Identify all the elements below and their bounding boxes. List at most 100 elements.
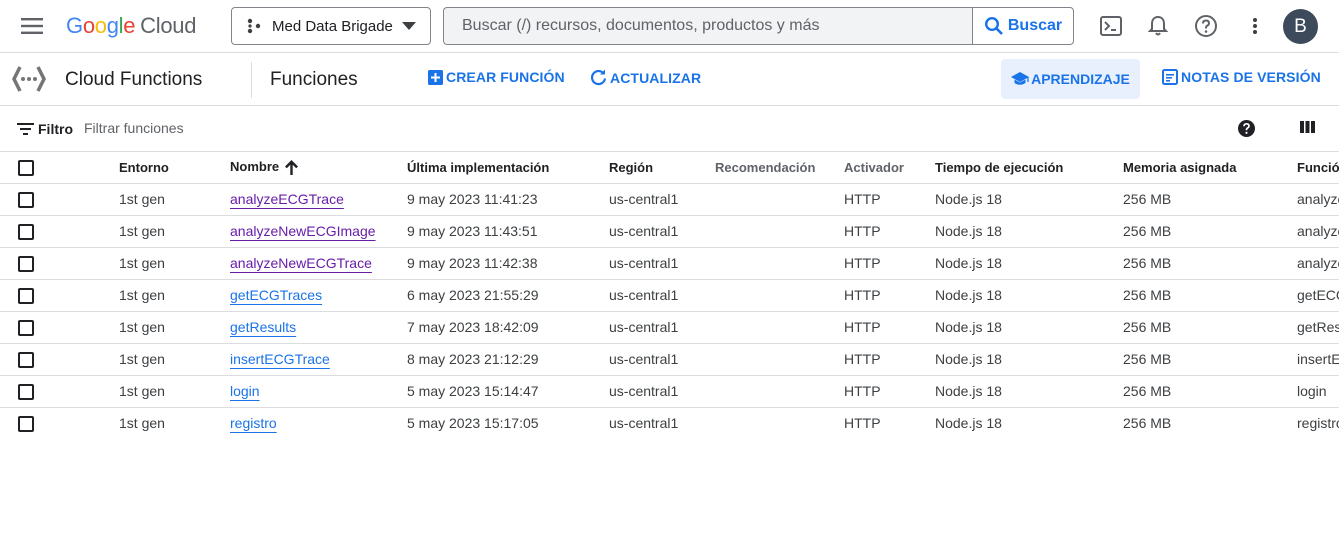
project-name: Med Data Brigade [272,17,393,35]
row-recommendation [715,343,844,376]
search-input[interactable] [462,17,974,35]
header-function[interactable]: Función [1297,152,1339,184]
row-recommendation [715,407,844,439]
account-avatar[interactable]: B [1283,9,1318,44]
row-checkbox[interactable] [18,287,34,304]
select-all-checkbox[interactable] [18,159,34,176]
row-memory: 256 MB [1123,375,1297,408]
function-name-link[interactable]: getECGTraces [230,287,322,303]
row-last-deploy: 9 may 2023 11:41:23 [407,183,609,216]
main-menu-button[interactable] [14,8,50,44]
create-function-button[interactable]: CREAR FUNCIÓN [428,69,565,85]
header-name[interactable]: Nombre [230,152,407,184]
row-memory: 256 MB [1123,343,1297,376]
notifications-button[interactable] [1144,12,1172,40]
refresh-button[interactable]: ACTUALIZAR [590,69,701,86]
column-display-icon[interactable] [1299,119,1316,135]
row-region: us-central1 [609,407,715,439]
row-last-deploy: 5 may 2023 15:17:05 [407,407,609,439]
page-title: Funciones [270,69,358,90]
select-all-cell [0,152,52,184]
row-environment: 1st gen [119,279,230,312]
product-name: Cloud Functions [65,69,203,90]
filter-list-icon [17,123,34,135]
header-memory[interactable]: Memoria asignada [1123,152,1297,184]
row-runtime: Node.js 18 [935,247,1123,280]
header-last-deploy[interactable]: Última implementación [407,152,609,184]
table-row[interactable]: 1st gen getECGTraces 6 may 2023 21:55:29 us… [0,279,1339,312]
header-environment[interactable]: Entorno [119,152,230,184]
row-trigger: HTTP [844,279,935,312]
function-name-link[interactable]: login [230,383,260,399]
filter-help-icon[interactable] [1237,119,1256,138]
functions-table: Entorno Nombre Última implementación Reg… [0,152,1339,439]
release-notes-button[interactable]: NOTAS DE VERSIÓN [1162,69,1321,85]
table-row[interactable]: 1st gen analyzeNewECGTrace 9 may 2023 11:4… [0,247,1339,280]
row-last-deploy: 7 may 2023 18:42:09 [407,311,609,344]
row-checkbox[interactable] [18,351,34,368]
header-recommendation: Recomendación [715,152,844,184]
table-body: 1st gen analyzeECGTrace 9 may 2023 11:41:2… [0,183,1339,439]
row-last-deploy: 6 may 2023 21:55:29 [407,279,609,312]
hamburger-menu-icon [21,18,43,34]
row-select-cell [0,311,52,344]
table-header-row: Entorno Nombre Última implementación Reg… [0,152,1339,184]
row-recommendation [715,311,844,344]
row-last-deploy: 8 may 2023 21:12:29 [407,343,609,376]
cloud-functions-icon [12,66,46,92]
project-picker[interactable]: Med Data Brigade [231,7,431,45]
row-environment: 1st gen [119,183,230,216]
terminal-icon [1100,16,1122,36]
header-runtime[interactable]: Tiempo de ejecución [935,152,1123,184]
table-row[interactable]: 1st gen getResults 7 may 2023 18:42:09 us-c… [0,311,1339,344]
help-circle-icon [1195,15,1217,37]
row-status-cell [52,183,119,216]
row-checkbox[interactable] [18,223,34,240]
function-name-link[interactable]: registro [230,415,277,431]
header-name-label: Nombre [230,159,280,175]
row-checkbox[interactable] [18,383,34,400]
header-divider [251,62,252,98]
table-row[interactable]: 1st gen login 5 may 2023 15:14:47 us-centra… [0,375,1339,408]
row-status-cell [52,311,119,344]
row-region: us-central1 [609,279,715,312]
row-checkbox[interactable] [18,415,34,432]
create-function-label: CREAR FUNCIÓN [446,69,565,85]
function-name-link[interactable]: insertECGTrace [230,351,330,367]
learn-button[interactable]: APRENDIZAJE [1001,59,1140,99]
table-row[interactable]: 1st gen analyzeNewECGImage 9 may 2023 11:4… [0,215,1339,248]
row-entry-point: registro [1297,407,1339,439]
search-button[interactable]: Buscar [972,7,1074,45]
table-row[interactable]: 1st gen insertECGTrace 8 may 2023 21:12:29… [0,343,1339,376]
row-checkbox[interactable] [18,319,34,336]
row-name-cell: getECGTraces [230,279,407,312]
table-row[interactable]: 1st gen registro 5 may 2023 15:17:05 us-cen… [0,407,1339,439]
refresh-label: ACTUALIZAR [610,69,702,86]
row-entry-point: analyzeNewECGTrace [1297,247,1339,280]
filter-button[interactable]: Filtro [17,121,73,137]
google-cloud-logo[interactable]: Google Cloud [66,13,196,39]
bell-icon [1148,15,1168,36]
row-checkbox[interactable] [18,255,34,272]
cloud-shell-button[interactable] [1097,12,1125,40]
filter-input[interactable] [84,120,484,136]
function-name-link[interactable]: analyzeNewECGImage [230,223,376,239]
row-last-deploy: 5 may 2023 15:14:47 [407,375,609,408]
row-recommendation [715,247,844,280]
more-options-button[interactable] [1241,12,1269,40]
filter-bar: Filtro [0,107,1339,152]
function-name-link[interactable]: analyzeECGTrace [230,191,344,207]
help-button[interactable] [1192,12,1220,40]
row-runtime: Node.js 18 [935,343,1123,376]
row-environment: 1st gen [119,215,230,248]
header-region[interactable]: Región [609,152,715,184]
table-row[interactable]: 1st gen analyzeECGTrace 9 may 2023 11:41:2… [0,183,1339,216]
function-name-link[interactable]: getResults [230,319,296,335]
row-last-deploy: 9 may 2023 11:42:38 [407,247,609,280]
row-region: us-central1 [609,247,715,280]
function-name-link[interactable]: analyzeNewECGTrace [230,255,372,271]
chevron-down-icon [402,22,416,30]
add-box-icon [428,69,443,85]
row-checkbox[interactable] [18,191,34,208]
row-status-cell [52,247,119,280]
